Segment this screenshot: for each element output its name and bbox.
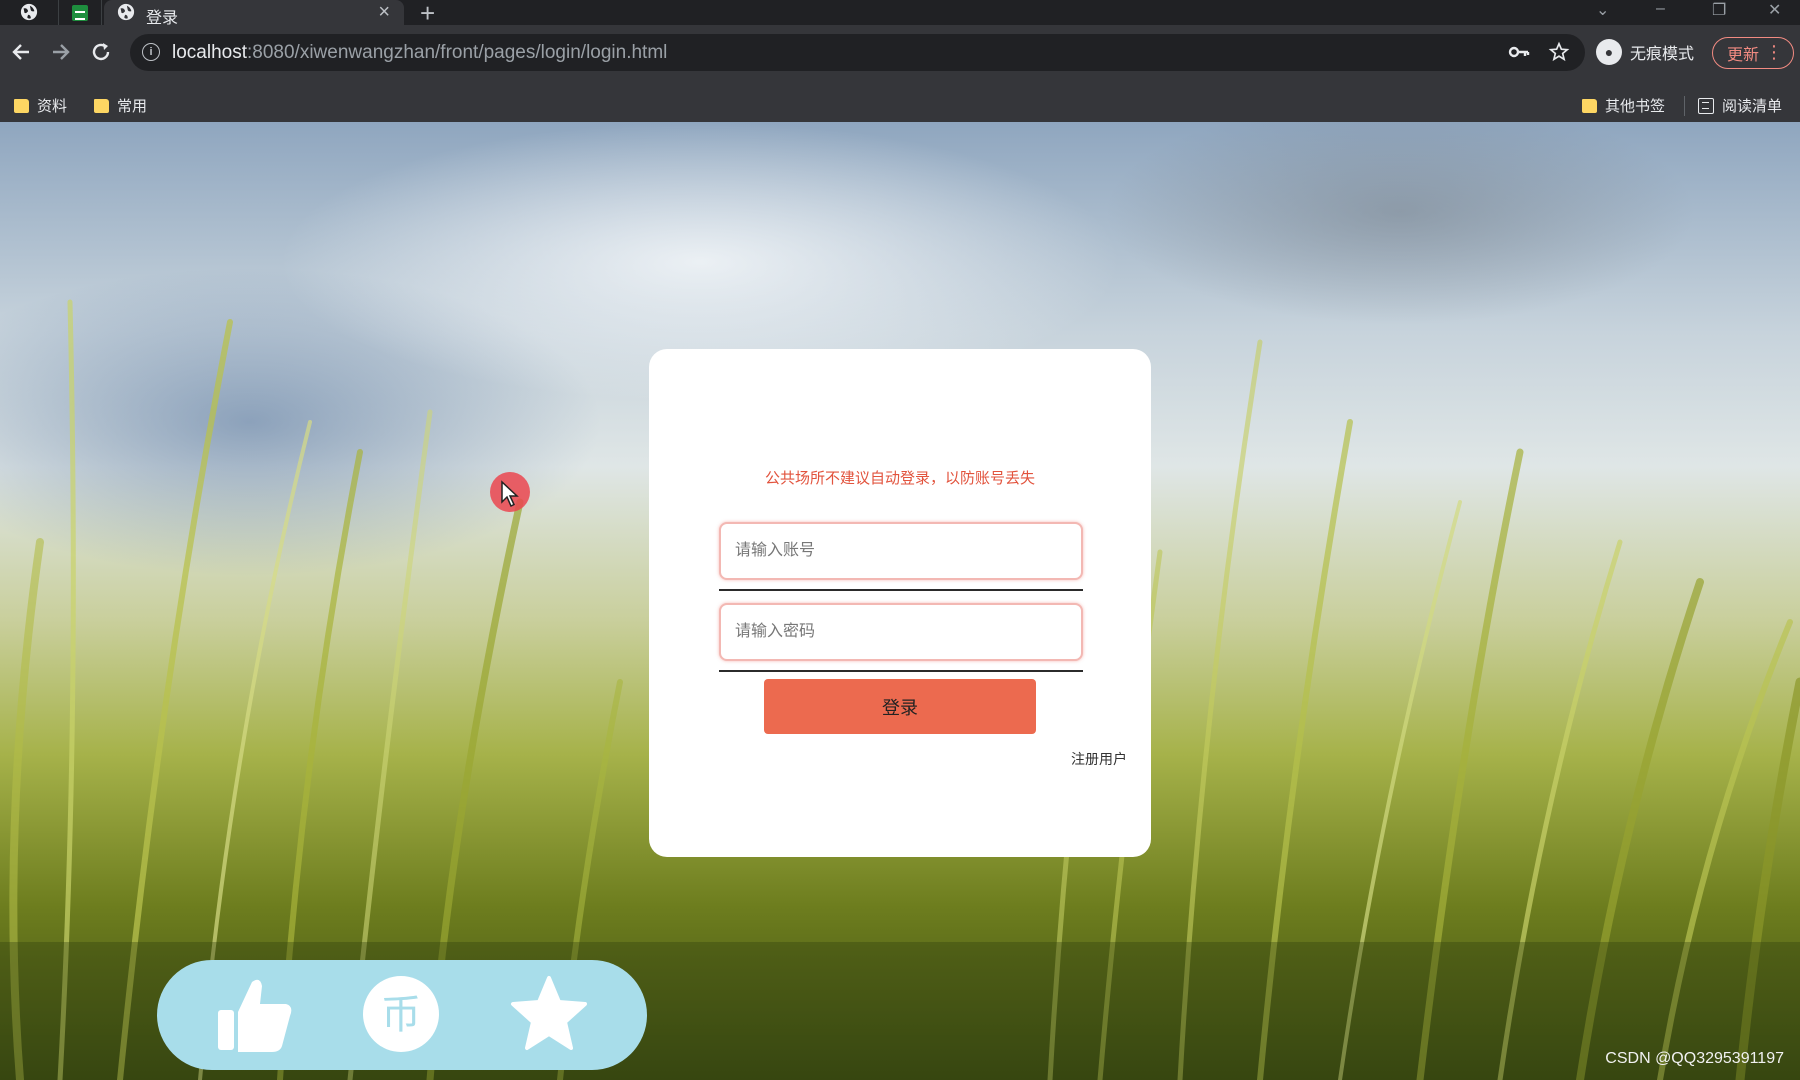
close-window-icon[interactable]: ✕: [1768, 0, 1781, 22]
url-host: localhost: [172, 42, 247, 63]
password-underline: [719, 670, 1083, 672]
password-input[interactable]: [719, 603, 1083, 661]
coin-button[interactable]: 币: [359, 972, 443, 1056]
coin-glyph: 币: [381, 992, 421, 1038]
tab-strip: 登录 × + ⌄ – ❐ ✕: [0, 0, 1800, 28]
menu-dots-icon: ⋮: [1765, 42, 1783, 62]
folder-icon: [1582, 98, 1597, 113]
bookmark-star-icon[interactable]: [1548, 41, 1570, 63]
back-button[interactable]: [8, 37, 34, 67]
globe-icon: [117, 3, 135, 21]
bookmarks-bar: 资料 常用 其他书签 阅读清单: [0, 89, 1800, 123]
bookmark-folder-ziliao[interactable]: 资料: [14, 95, 67, 116]
reload-button[interactable]: [88, 37, 114, 67]
pinned-tab[interactable]: [58, 0, 102, 25]
register-link[interactable]: 注册用户: [1071, 749, 1127, 769]
login-notice: 公共场所不建议自动登录，以防账号丢失: [764, 470, 1035, 487]
account-input[interactable]: [719, 522, 1083, 580]
incognito-icon: ●: [1596, 39, 1622, 65]
login-card: 公共场所不建议自动登录，以防账号丢失 登录 注册用户: [649, 349, 1151, 857]
like-button[interactable]: [213, 972, 297, 1056]
bookmarks-divider: [1684, 96, 1685, 116]
bookmark-label: 资料: [37, 98, 68, 115]
forward-button[interactable]: [48, 37, 74, 67]
bookmark-folder-changyong[interactable]: 常用: [94, 95, 147, 116]
incognito-label: 无痕模式: [1630, 46, 1695, 63]
reading-list-label: 阅读清单: [1722, 98, 1783, 115]
close-tab-icon[interactable]: ×: [378, 1, 390, 24]
folder-icon: [94, 98, 109, 113]
reload-icon: [92, 43, 110, 61]
page-viewport: 公共场所不建议自动登录，以防账号丢失 登录 注册用户 币: [0, 122, 1800, 1080]
bookmark-label: 常用: [117, 98, 148, 115]
tab-login[interactable]: 登录 ×: [104, 0, 404, 27]
account-underline: [719, 589, 1083, 591]
mouse-cursor-icon: [501, 480, 519, 508]
watermark: CSDN @QQ3295391197: [1605, 1050, 1784, 1067]
chrome-globe-icon[interactable]: [20, 3, 38, 21]
action-bar: 币: [157, 960, 647, 1070]
tab-search-icon[interactable]: ⌄: [1596, 0, 1609, 22]
reading-list-icon: [1698, 97, 1714, 114]
folder-icon: [14, 98, 29, 113]
star-icon: [511, 976, 587, 1050]
reading-list[interactable]: 阅读清单: [1698, 95, 1782, 116]
login-button[interactable]: 登录: [764, 679, 1036, 734]
key-icon[interactable]: [1508, 44, 1530, 60]
address-bar[interactable]: i localhost:8080/xiwenwangzhan/front/pag…: [130, 34, 1585, 71]
coin-icon: 币: [363, 976, 439, 1052]
spreadsheet-icon: [72, 4, 88, 21]
minimize-icon[interactable]: –: [1656, 0, 1665, 22]
forward-arrow-icon: [53, 44, 70, 60]
favorite-button[interactable]: [507, 972, 591, 1056]
other-bookmarks-label: 其他书签: [1605, 98, 1666, 115]
incognito-indicator[interactable]: ● 无痕模式: [1596, 37, 1694, 67]
url-path: :8080/xiwenwangzhan/front/pages/login/lo…: [247, 42, 668, 63]
browser-toolbar: i localhost:8080/xiwenwangzhan/front/pag…: [0, 25, 1800, 89]
restore-icon[interactable]: ❐: [1712, 0, 1726, 22]
other-bookmarks[interactable]: 其他书签: [1582, 95, 1665, 116]
update-label: 更新: [1727, 47, 1760, 64]
update-button[interactable]: 更新 ⋮: [1712, 37, 1794, 69]
url-text[interactable]: localhost:8080/xiwenwangzhan/front/pages…: [172, 42, 667, 64]
back-arrow-icon: [12, 44, 29, 60]
thumbs-up-icon: [218, 979, 292, 1052]
site-info-icon[interactable]: i: [142, 43, 160, 61]
